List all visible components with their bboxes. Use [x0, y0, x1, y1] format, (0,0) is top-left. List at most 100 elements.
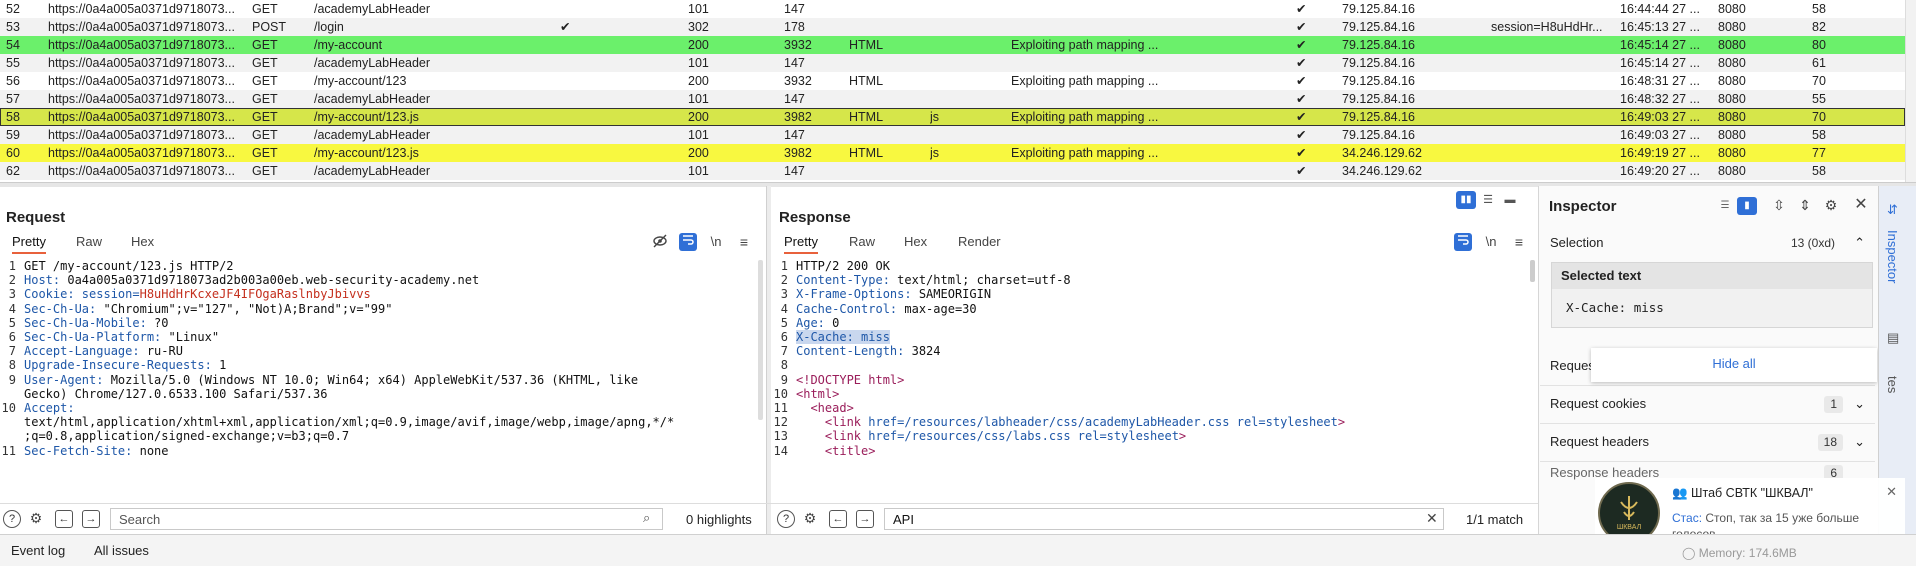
request-headers-count: 18	[1817, 434, 1843, 451]
event-log-tab[interactable]: Event log	[11, 543, 65, 558]
code-token: 0	[832, 315, 840, 330]
table-cell-method: GET	[252, 74, 278, 88]
all-issues-tab[interactable]: All issues	[94, 543, 149, 558]
table-cell-title: Exploiting path mapping ...	[1011, 146, 1159, 160]
table-row[interactable]: 55 https://0a4a005a0371d9718073... GET/aca…	[0, 54, 1905, 72]
forward-arrow-icon[interactable]: →	[82, 510, 100, 528]
side-tab-inspector[interactable]: Inspector	[1885, 230, 1900, 283]
table-cell-ip: 34.246.129.62	[1342, 146, 1422, 160]
history-scrollbar[interactable]	[1905, 0, 1916, 182]
back-arrow-icon[interactable]: ←	[55, 510, 73, 528]
table-row[interactable]: 53 https://0a4a005a0371d9718073... POST/lo…	[0, 18, 1905, 36]
table-cell-length: 147	[784, 56, 805, 70]
list-view-icon[interactable]: ☰	[1715, 197, 1735, 215]
code-line: <title>	[796, 443, 876, 460]
collapse-all-icon[interactable]: ⇕	[1796, 196, 1814, 214]
table-cell-url: /academyLabHeader	[314, 2, 431, 16]
tab-hex[interactable]: Hex	[904, 234, 927, 249]
table-cell-method: GET	[252, 2, 278, 16]
table-row[interactable]: 54 https://0a4a005a0371d9718073... GET/my-…	[0, 36, 1905, 54]
table-cell-tls: ✔	[1296, 146, 1307, 160]
response-editor[interactable]: 1 HTTP/2 200 OK 2 Content-Type: text/html; …	[772, 258, 1532, 503]
table-row[interactable]: 59 https://0a4a005a0371d9718073... GET/aca…	[0, 126, 1905, 144]
selection-row[interactable]: Selection 13 (0xd) ⌃	[1540, 224, 1875, 262]
wrap-lines-icon[interactable]	[1454, 233, 1472, 251]
request-editor[interactable]: 1 GET /my-account/123.js HTTP/2 2 Host: 0a4…	[0, 258, 763, 503]
code-token: >	[1178, 429, 1187, 444]
table-cell-title: Exploiting path mapping ...	[1011, 110, 1159, 124]
close-icon[interactable]: ✕	[1886, 484, 1897, 500]
table-cell-length: 3982	[784, 110, 812, 124]
code-token: Cache-Control:	[796, 301, 905, 316]
menu-icon[interactable]: ≡	[735, 233, 753, 251]
tab-render[interactable]: Render	[958, 234, 1001, 249]
tab-pretty[interactable]: Pretty	[784, 234, 818, 254]
table-cell-ip: 79.125.84.16	[1342, 128, 1415, 142]
settings-gear-icon[interactable]: ⚙	[801, 509, 819, 527]
help-icon[interactable]: ?	[777, 510, 795, 528]
response-search-input[interactable]: API	[884, 508, 1444, 530]
settings-gear-icon[interactable]: ⚙	[1822, 196, 1840, 214]
table-cell-url: /my-account/123.js	[314, 110, 419, 124]
code-token: 1	[219, 358, 227, 373]
request-cookies-row[interactable]: Request cookies 1 ⌄	[1540, 385, 1875, 424]
code-token: Sec-Ch-Ua:	[24, 301, 104, 316]
code-line: Content-Length: 3824	[796, 343, 941, 360]
hide-eye-icon[interactable]	[651, 233, 669, 251]
memory-indicator: ◯ Memory: 174.6MB	[1682, 546, 1797, 560]
response-scrollbar[interactable]	[1530, 260, 1535, 282]
tab-raw[interactable]: Raw	[849, 234, 875, 249]
tab-pretty[interactable]: Pretty	[12, 234, 46, 254]
panel-view-icon[interactable]: ▮	[1737, 197, 1757, 215]
inspector-title: Inspector	[1549, 198, 1617, 215]
table-row[interactable]: 60 https://0a4a005a0371d9718073... GET/my-…	[0, 144, 1905, 162]
table-cell-ip: 79.125.84.16	[1342, 56, 1415, 70]
table-cell-host: https://0a4a005a0371d9718073...	[48, 110, 235, 124]
settings-gear-icon[interactable]: ⚙	[27, 509, 45, 527]
newline-toggle[interactable]: \n	[707, 233, 725, 251]
request-search-input[interactable]: Search	[110, 508, 663, 530]
close-icon[interactable]: ✕	[1852, 196, 1870, 214]
request-response-divider[interactable]	[766, 186, 771, 534]
expand-all-icon[interactable]: ⇳	[1770, 196, 1788, 214]
code-token: Cookie:	[24, 287, 82, 302]
table-cell-num: 59	[6, 128, 20, 142]
table-row[interactable]: 52 https://0a4a005a0371d9718073... GET/aca…	[0, 0, 1905, 18]
code-token: <title>	[796, 443, 876, 458]
table-row[interactable]: 57 https://0a4a005a0371d9718073... GET/aca…	[0, 90, 1905, 108]
table-row[interactable]: 62 https://0a4a005a0371d9718073... GET/aca…	[0, 162, 1905, 180]
back-arrow-icon[interactable]: ←	[829, 510, 847, 528]
request-scrollbar[interactable]	[758, 260, 763, 420]
search-icon[interactable]: ⌕	[643, 510, 650, 526]
tab-hex[interactable]: Hex	[131, 234, 154, 249]
clear-search-icon[interactable]: ✕	[1426, 510, 1438, 527]
code-token: Sec-Ch-Ua-Platform:	[24, 330, 169, 344]
tab-raw[interactable]: Raw	[76, 234, 102, 249]
split-vertical-icon[interactable]: ☰	[1478, 191, 1498, 209]
table-cell-mime: HTML	[849, 74, 884, 88]
table-cell-time: 16:48:31 27 ...	[1620, 74, 1700, 88]
wrap-lines-icon[interactable]	[679, 233, 697, 251]
newline-toggle[interactable]: \n	[1482, 233, 1500, 251]
menu-icon[interactable]: ≡	[1510, 233, 1528, 251]
hide-all-button[interactable]: Hide all	[1591, 356, 1877, 371]
code-token: "Chromium";v="127", "Not)A;Brand";v="99"	[103, 301, 393, 316]
table-cell-id: 77	[1812, 146, 1826, 160]
code-token: "Linux"	[168, 330, 220, 344]
code-token: <link	[796, 429, 869, 444]
table-row[interactable]: 56 https://0a4a005a0371d9718073... GET/my-…	[0, 72, 1905, 90]
code-token: none	[139, 443, 169, 458]
code-token: /resources/labheader/css/academyLabHeade…	[904, 415, 1237, 430]
table-row[interactable]: 58 https://0a4a005a0371d9718073... GET/my-…	[0, 108, 1905, 126]
help-icon[interactable]: ?	[3, 510, 21, 528]
table-cell-port: 8080	[1718, 128, 1746, 142]
split-horizontal-icon[interactable]: ▮▮	[1456, 191, 1476, 209]
table-cell-mime: HTML	[849, 38, 884, 52]
forward-arrow-icon[interactable]: →	[856, 510, 874, 528]
table-cell-ip: 79.125.84.16	[1342, 92, 1415, 106]
code-token: Content-Length:	[796, 344, 912, 359]
match-count: 1/1 match	[1466, 512, 1524, 527]
single-pane-icon[interactable]: ▬	[1500, 191, 1520, 209]
table-cell-time: 16:44:44 27 ...	[1620, 2, 1700, 16]
side-tab-notes[interactable]: tes	[1885, 376, 1900, 393]
